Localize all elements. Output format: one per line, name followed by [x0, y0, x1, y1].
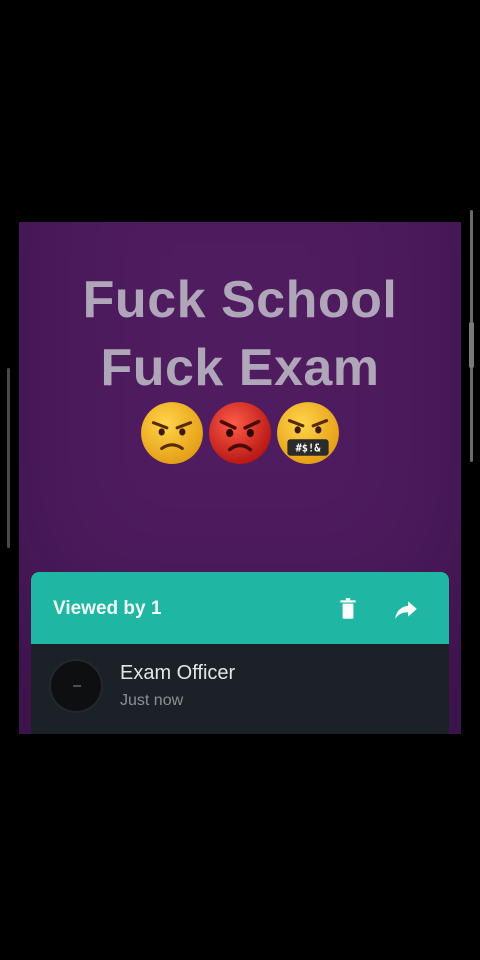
emoji-row: #$!& — [19, 400, 461, 470]
status-line-2: Fuck Exam — [100, 339, 380, 397]
delete-icon[interactable] — [335, 596, 361, 622]
annoyed-face-emoji — [141, 402, 203, 464]
symbols-mouth-face-emoji: #$!& — [277, 402, 339, 464]
viewed-by-header: Viewed by 1 — [31, 572, 449, 644]
viewer-name: Exam Officer — [120, 662, 236, 684]
share-forward-icon[interactable] — [393, 596, 419, 622]
screen-edge-left — [7, 368, 10, 548]
status-view: Fuck School Fuck Exam #$!& Viewed by 1 E… — [19, 222, 461, 734]
pouting-face-emoji — [209, 402, 271, 464]
viewer-time: Just now — [120, 692, 184, 709]
viewed-by-panel: Viewed by 1 Exam Officer Just now — [31, 572, 449, 734]
viewed-by-title: Viewed by 1 — [53, 598, 162, 619]
side-button — [469, 322, 474, 368]
status-line-1: Fuck School — [82, 271, 398, 329]
status-text: Fuck School Fuck Exam — [19, 266, 461, 402]
mouth-symbols: #$!& — [296, 443, 322, 455]
avatar — [51, 661, 101, 711]
viewer-row[interactable]: Exam Officer Just now — [31, 644, 449, 734]
